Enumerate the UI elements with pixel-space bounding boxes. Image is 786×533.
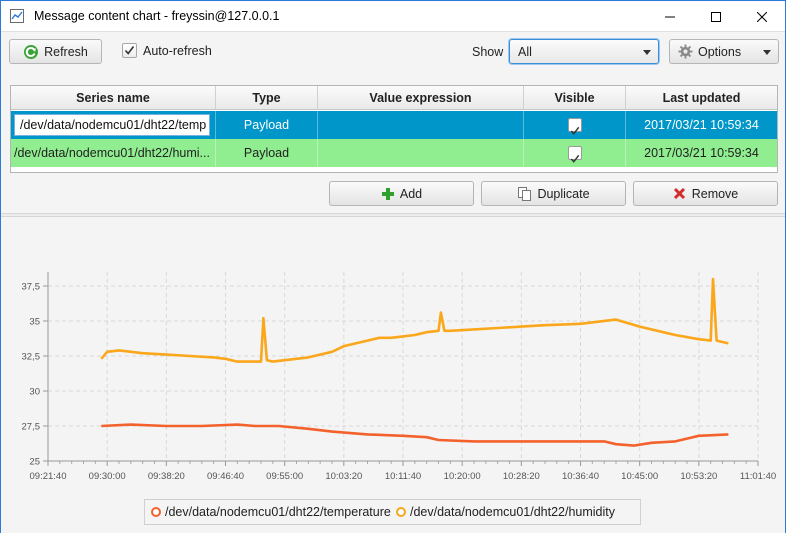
title-bar: Message content chart - freyssin@127.0.0… bbox=[1, 1, 785, 32]
show-select[interactable]: All bbox=[509, 39, 659, 64]
chevron-down-icon bbox=[763, 50, 771, 55]
x-tick-label: 09:30:00 bbox=[89, 471, 126, 482]
x-tick-label: 10:36:40 bbox=[562, 471, 599, 482]
last-updated-cell[interactable]: 2017/03/21 10:59:34 bbox=[626, 139, 777, 167]
gear-icon bbox=[678, 44, 693, 59]
maximize-icon bbox=[711, 11, 721, 22]
visible-checkbox[interactable] bbox=[568, 146, 582, 163]
minimize-icon bbox=[665, 16, 675, 17]
auto-refresh-label: Auto-refresh bbox=[143, 44, 212, 58]
visible-cell[interactable] bbox=[524, 111, 626, 139]
x-tick-label: 09:21:40 bbox=[30, 471, 67, 482]
duplicate-icon bbox=[518, 187, 532, 201]
x-tick-label: 09:46:40 bbox=[207, 471, 244, 482]
type-cell[interactable]: Payload bbox=[216, 111, 318, 139]
maximize-button[interactable] bbox=[693, 1, 739, 32]
checkmark-icon bbox=[124, 46, 135, 55]
x-tick-label: 09:38:20 bbox=[148, 471, 185, 482]
table-row[interactable]: /dev/data/nodemcu01/dht22/temp Payload 2… bbox=[11, 111, 777, 139]
visible-cell[interactable] bbox=[524, 139, 626, 167]
app-window: Message content chart - freyssin@127.0.0… bbox=[0, 0, 786, 533]
show-select-value: All bbox=[518, 45, 532, 59]
chevron-down-icon bbox=[643, 50, 651, 55]
y-tick-label: 27,5 bbox=[22, 422, 41, 433]
window-title: Message content chart - freyssin@127.0.0… bbox=[34, 9, 280, 23]
duplicate-button[interactable]: Duplicate bbox=[481, 181, 626, 206]
auto-refresh-checkbox[interactable] bbox=[122, 43, 137, 58]
plus-icon bbox=[381, 187, 394, 200]
x-tick-label: 10:28:20 bbox=[503, 471, 540, 482]
legend-label-temperature: /dev/data/nodemcu01/dht22/temperature bbox=[165, 505, 391, 519]
series-name-cell[interactable]: /dev/data/nodemcu01/dht22/humi... bbox=[11, 139, 216, 167]
chart-area: 09:21:40 09:30:00 09:38:20 09:46:40 09:55:00… bbox=[1, 217, 785, 533]
series-table: Series name Type Value expression Visibl… bbox=[10, 85, 778, 173]
close-button[interactable] bbox=[739, 1, 785, 32]
refresh-button[interactable]: Refresh bbox=[9, 39, 102, 64]
x-tick-label: 10:20:00 bbox=[444, 471, 481, 482]
x-tick-label: 09:55:00 bbox=[266, 471, 303, 482]
minimize-button[interactable] bbox=[647, 1, 693, 32]
close-icon bbox=[757, 11, 767, 22]
remove-icon bbox=[673, 187, 685, 200]
last-updated-cell[interactable]: 2017/03/21 10:59:34 bbox=[626, 111, 777, 139]
checkmark-icon bbox=[570, 154, 580, 163]
legend-label-humidity: /dev/data/nodemcu01/dht22/humidity bbox=[410, 505, 615, 519]
visible-checkbox[interactable] bbox=[568, 118, 582, 135]
x-tick-label: 10:03:20 bbox=[325, 471, 362, 482]
column-header-value-expression[interactable]: Value expression bbox=[318, 86, 524, 110]
options-label: Options bbox=[698, 44, 742, 59]
chart-legend: /dev/data/nodemcu01/dht22/temperature /d… bbox=[144, 499, 641, 525]
y-tick-label: 25 bbox=[29, 457, 40, 468]
duplicate-label: Duplicate bbox=[537, 186, 590, 201]
y-tick-label: 30 bbox=[29, 387, 40, 398]
table-header: Series name Type Value expression Visibl… bbox=[11, 86, 777, 110]
x-tick-label: 10:11:40 bbox=[385, 471, 421, 482]
legend-item-temperature: /dev/data/nodemcu01/dht22/temperature bbox=[151, 505, 391, 519]
options-button[interactable]: Options bbox=[669, 39, 779, 64]
value-expression-cell[interactable] bbox=[318, 111, 524, 139]
legend-item-humidity: /dev/data/nodemcu01/dht22/humidity bbox=[396, 505, 615, 519]
app-icon bbox=[10, 9, 24, 23]
column-header-series-name[interactable]: Series name bbox=[11, 86, 216, 110]
type-cell[interactable]: Payload bbox=[216, 139, 318, 167]
refresh-icon bbox=[24, 44, 39, 59]
toolbar: Refresh Auto-refresh Show All Options bbox=[1, 32, 785, 73]
legend-symbol-temperature bbox=[151, 507, 161, 517]
y-tick-label: 37,5 bbox=[22, 282, 41, 293]
series-name-cell[interactable]: /dev/data/nodemcu01/dht22/temp bbox=[11, 111, 216, 139]
y-tick-label: 35 bbox=[29, 317, 40, 328]
column-header-type[interactable]: Type bbox=[216, 86, 318, 110]
column-header-visible[interactable]: Visible bbox=[524, 86, 626, 110]
y-tick-label: 32,5 bbox=[22, 352, 41, 363]
refresh-label: Refresh bbox=[44, 44, 88, 59]
column-header-last-updated[interactable]: Last updated bbox=[626, 86, 777, 110]
add-button[interactable]: Add bbox=[329, 181, 474, 206]
show-label: Show bbox=[472, 45, 504, 59]
value-expression-cell[interactable] bbox=[318, 139, 524, 167]
line-chart: 09:21:40 09:30:00 09:38:20 09:46:40 09:55:00… bbox=[22, 272, 776, 482]
x-tick-label: 10:53:20 bbox=[680, 471, 717, 482]
table-row[interactable]: /dev/data/nodemcu01/dht22/humi... Payloa… bbox=[11, 139, 777, 167]
x-tick-label: 10:45:00 bbox=[621, 471, 658, 482]
add-label: Add bbox=[399, 186, 423, 201]
x-tick-label: 11:01:40 bbox=[740, 471, 776, 482]
remove-label: Remove bbox=[691, 186, 739, 201]
checkmark-icon bbox=[570, 126, 580, 135]
legend-symbol-humidity bbox=[396, 507, 406, 517]
series-name-editor[interactable]: /dev/data/nodemcu01/dht22/temp bbox=[14, 114, 210, 136]
remove-button[interactable]: Remove bbox=[633, 181, 778, 206]
